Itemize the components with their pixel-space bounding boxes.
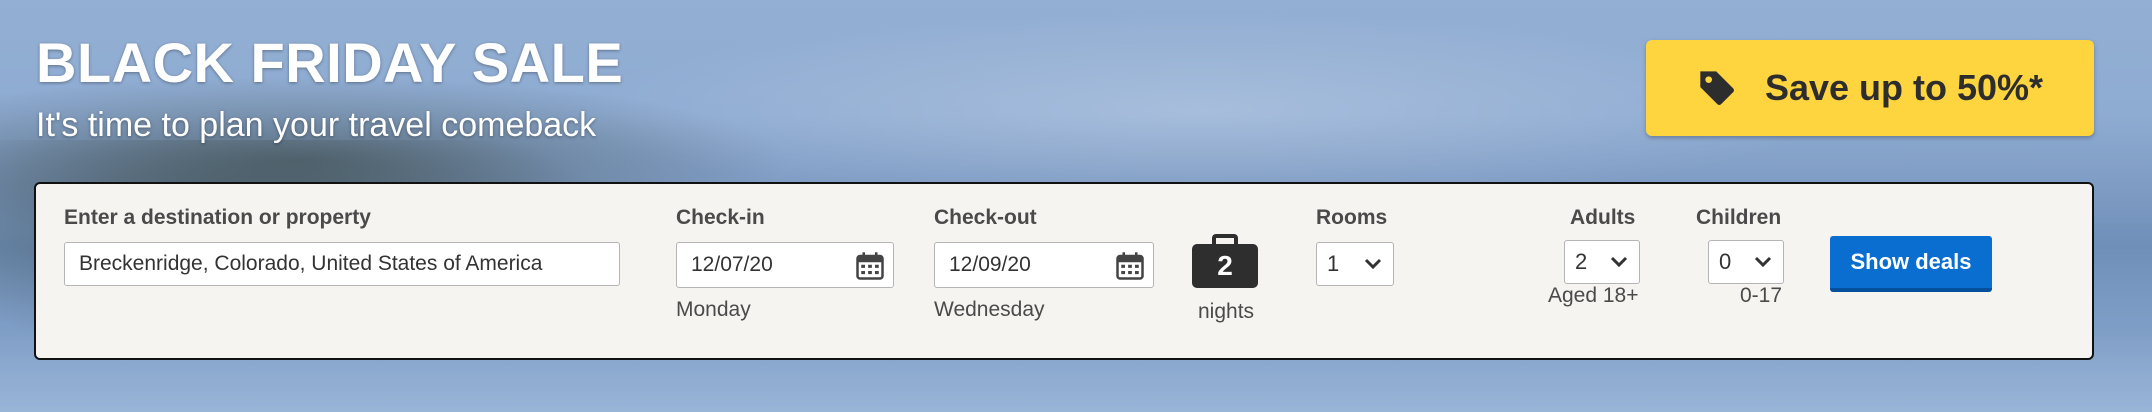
checkin-label: Check-in [676,206,765,229]
sale-headline: BLACK FRIDAY SALE [36,31,624,94]
calendar-icon[interactable] [855,251,885,281]
rooms-select[interactable]: 1 [1316,242,1394,286]
adults-select[interactable]: 2 [1564,240,1640,284]
promo-label: Save up to 50%* [1764,67,2044,108]
rooms-label: Rooms [1316,206,1388,229]
adults-value: 2 [1575,249,1588,274]
search-panel: Enter a destination or property Breckenr… [34,182,2094,360]
checkout-input[interactable]: 12/09/20 [934,242,1154,288]
nights-label: nights [1198,300,1255,323]
children-note: 0-17 [1740,284,1783,307]
chevron-down-icon [1754,256,1772,268]
checkout-day: Wednesday [934,298,1045,321]
rooms-value: 1 [1327,251,1340,276]
checkin-value: 12/07/20 [691,253,773,276]
checkout-label: Check-out [934,206,1037,229]
sale-subline: It's time to plan your travel comeback [36,106,597,144]
children-label: Children [1696,206,1782,229]
nights-indicator: 2 [1192,234,1258,288]
destination-value: Breckenridge, Colorado, United States of… [79,252,543,275]
children-value: 0 [1719,249,1732,274]
calendar-icon[interactable] [1115,251,1145,281]
promo-badge[interactable]: Save up to 50%* [1646,40,2094,136]
checkout-value: 12/09/20 [949,253,1031,276]
checkin-day: Monday [676,298,751,321]
chevron-down-icon [1610,256,1628,268]
show-deals-button[interactable]: Show deals [1830,236,1992,292]
destination-label: Enter a destination or property [64,206,371,229]
nights-count: 2 [1217,250,1233,281]
children-select[interactable]: 0 [1708,240,1784,284]
adults-label: Adults [1570,206,1636,229]
chevron-down-icon [1364,258,1382,270]
tag-icon [1700,71,1734,105]
checkin-input[interactable]: 12/07/20 [676,242,894,288]
adults-note: Aged 18+ [1548,284,1639,307]
destination-input[interactable]: Breckenridge, Colorado, United States of… [64,242,620,286]
